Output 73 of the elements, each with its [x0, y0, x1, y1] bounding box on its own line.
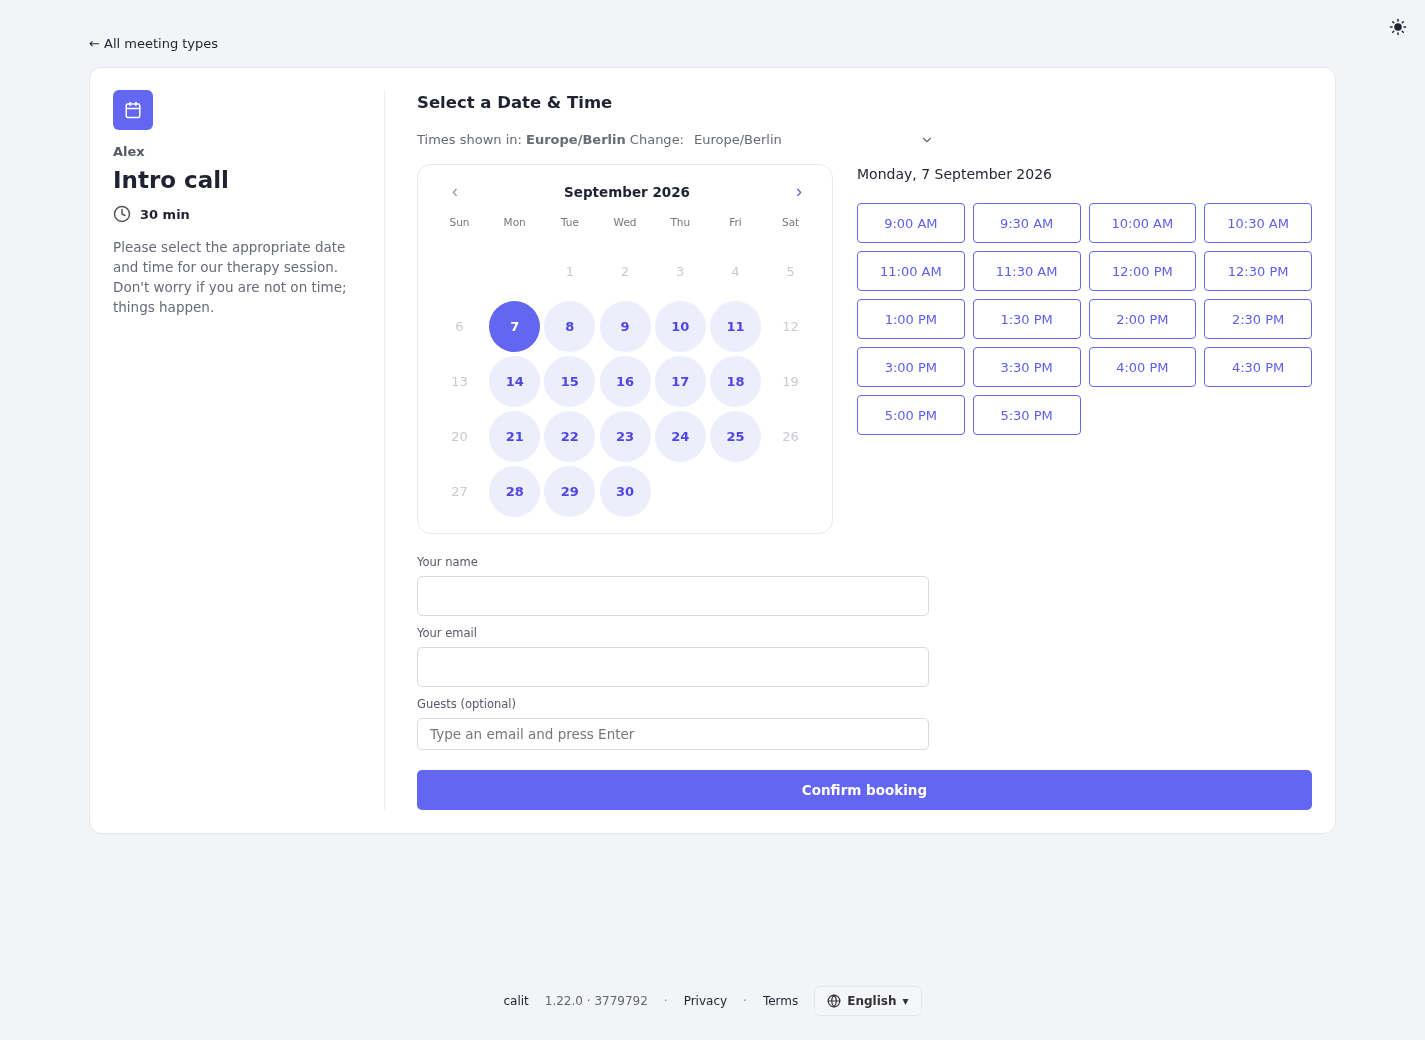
time-slot-button[interactable]: 11:00 AM	[857, 251, 965, 291]
day-button[interactable]: 14	[489, 356, 541, 407]
input-field[interactable]	[417, 647, 929, 687]
time-slot-button[interactable]: 4:00 PM	[1088, 347, 1197, 387]
time-slot-button[interactable]: 5:00 PM	[857, 395, 965, 435]
day-button[interactable]: 24	[654, 411, 706, 462]
privacy-link[interactable]: Privacy	[683, 994, 728, 1008]
duration: 30 min	[140, 206, 190, 222]
input-field[interactable]: Type an email and press Enter	[417, 718, 929, 750]
day-button[interactable]: 7	[489, 301, 541, 352]
input-field[interactable]	[417, 576, 929, 616]
brand-name: calit	[503, 994, 529, 1008]
time-slot-button[interactable]: 12:30 PM	[1204, 251, 1312, 291]
day-button[interactable]: 21	[489, 411, 541, 462]
time-slot-button[interactable]: 3:30 PM	[972, 347, 1081, 387]
selected-date: Monday, 7 September 2026	[857, 166, 1053, 182]
previous-month-button[interactable]: ‹	[452, 181, 458, 202]
calendar-icon	[113, 90, 153, 130]
separator-dot: ·	[663, 994, 668, 1008]
theme-toggle-icon[interactable]	[1389, 18, 1407, 36]
weekday-label: Sun	[448, 216, 471, 228]
day-button[interactable]: 8	[544, 301, 596, 352]
weekday-label: Tue	[559, 216, 580, 228]
terms-link[interactable]: Terms	[762, 994, 799, 1008]
back-link[interactable]: ← All meeting types	[89, 36, 219, 51]
clock-icon	[113, 205, 131, 223]
day-button[interactable]: 29	[544, 466, 596, 517]
day-button[interactable]: 22	[544, 411, 596, 462]
host-name: Alex	[113, 144, 146, 159]
time-slot-button[interactable]: 4:30 PM	[1204, 347, 1312, 387]
weekday-label: Wed	[612, 216, 638, 228]
day-button[interactable]: 9	[599, 301, 651, 352]
time-slot-button[interactable]: 12:00 PM	[1088, 251, 1197, 291]
day-button[interactable]: 18	[709, 356, 761, 407]
timezone-select[interactable]: Europe/Berlin	[694, 132, 934, 147]
event-title: Intro call	[113, 167, 230, 193]
time-slot-button[interactable]: 1:00 PM	[857, 299, 965, 339]
language-button[interactable]: English ▾	[814, 986, 922, 1016]
day-button[interactable]: 17	[654, 356, 706, 407]
time-slot-button[interactable]: 2:00 PM	[1088, 299, 1197, 339]
field-label: Your name	[417, 555, 479, 569]
month-title: September 2026	[564, 183, 690, 200]
version-text: 1.22.0 · 3779792	[544, 994, 648, 1008]
day-button[interactable]: 25	[709, 411, 761, 462]
day-button[interactable]: 10	[654, 301, 706, 352]
time-slot-button[interactable]: 2:30 PM	[1204, 299, 1312, 339]
field-label: Your email	[417, 626, 478, 640]
separator-dot: ·	[743, 994, 747, 1008]
field-label: Guests (optional)	[417, 697, 517, 711]
day-button[interactable]: 15	[544, 356, 596, 407]
section-heading: Select a Date & Time	[417, 93, 614, 112]
time-slot-button[interactable]: 11:30 AM	[972, 251, 1081, 291]
day-button[interactable]: 30	[599, 466, 651, 517]
day-button[interactable]: 11	[709, 301, 761, 352]
time-slot-button[interactable]: 1:30 PM	[972, 299, 1081, 339]
time-slot-button[interactable]: 3:00 PM	[857, 347, 965, 387]
time-slot-button[interactable]: 9:30 AM	[972, 203, 1081, 243]
weekday-label: Fri	[728, 216, 743, 228]
time-slot-button[interactable]: 10:00 AM	[1088, 203, 1197, 243]
day-button[interactable]: 28	[489, 466, 541, 517]
timezone-label: Times shown in: Europe/Berlin Change:	[417, 132, 684, 147]
confirm-button[interactable]: Confirm booking	[417, 770, 1312, 810]
weekday-label: Mon	[502, 216, 527, 228]
weekday-label: Thu	[669, 216, 692, 228]
next-month-button[interactable]: ›	[796, 181, 802, 202]
day-button[interactable]: 16	[599, 356, 651, 407]
time-slot-button[interactable]: 10:30 AM	[1204, 203, 1312, 243]
globe-icon	[827, 994, 842, 1008]
event-description: Please select the appropriate date and time for our therapy session. Don't worry if you are not on time; things happen.	[113, 238, 348, 317]
time-slot-button[interactable]: 9:00 AM	[857, 203, 965, 243]
weekday-label: Sat	[781, 216, 801, 228]
time-slot-button[interactable]: 5:30 PM	[972, 395, 1081, 435]
day-button[interactable]: 23	[599, 411, 651, 462]
